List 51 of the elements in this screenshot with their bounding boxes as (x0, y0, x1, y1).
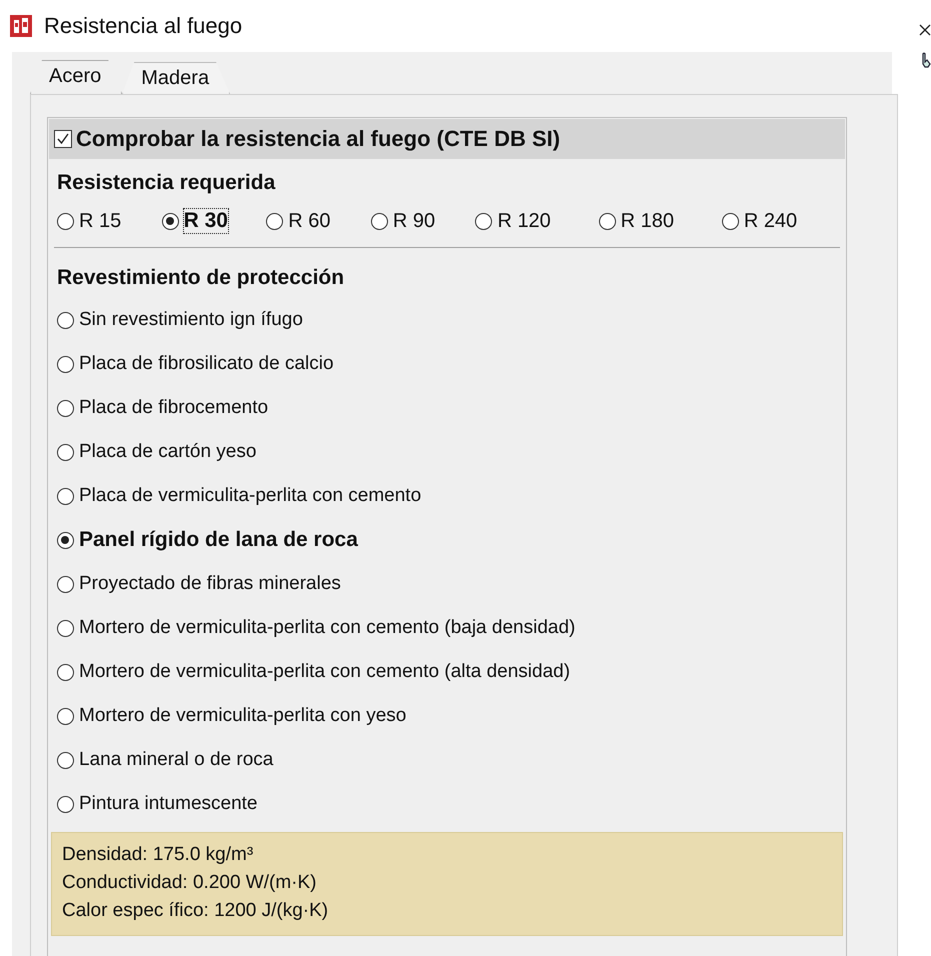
radio-label: R 180 (620, 210, 674, 232)
radio-label: R 240 (744, 210, 798, 232)
radio-label: Mortero de vermiculita-perlita con cemento (alta densidad) (79, 661, 570, 683)
radio-label: Lana mineral o de roca (79, 749, 274, 771)
radio-label: Mortero de vermiculita-perlita con cemento (baja densidad) (79, 617, 576, 639)
radio-label: Placa de fibrosilicato de calcio (79, 353, 334, 375)
radio-button[interactable] (162, 212, 179, 230)
radio-label: R 30 (184, 209, 228, 233)
tab[interactable]: Madera (122, 62, 230, 94)
radio-label: R 120 (497, 210, 551, 232)
property-text: Densidad: 175.0 kg/m³ (62, 843, 254, 867)
radio-button[interactable] (722, 212, 739, 230)
tab[interactable]: Acero (30, 60, 122, 94)
radio-label: Panel rígido de lana de roca (79, 528, 358, 552)
radio-button[interactable] (57, 576, 74, 592)
radio-button[interactable] (57, 488, 74, 504)
radio-label: Pintura intumescente (79, 793, 258, 815)
radio-button[interactable] (57, 708, 74, 724)
app-icon (10, 15, 32, 37)
radio-label: R 90 (392, 210, 436, 232)
radio-button[interactable] (57, 400, 74, 416)
radio-label: Placa de fibrocemento (79, 397, 268, 419)
radio-label: Sin revestimiento ign ífugo (79, 309, 303, 331)
section-heading: Resistencia requerida (57, 171, 276, 195)
radio-button[interactable] (598, 212, 616, 230)
radio-button[interactable] (57, 312, 74, 328)
radio-button[interactable] (57, 664, 74, 680)
radio-button[interactable] (475, 212, 492, 230)
property-text: Conductividad: 0.200 W/(m·K) (62, 871, 318, 895)
radio-button[interactable] (266, 212, 284, 230)
checkbox[interactable] (54, 130, 72, 148)
radio-label: Placa de vermiculita-perlita con cemento (79, 485, 422, 507)
radio-button[interactable] (57, 532, 74, 548)
radio-button[interactable] (57, 444, 74, 460)
pointer-icon (922, 52, 931, 68)
radio-button[interactable] (57, 620, 74, 636)
window-title: Resistencia al fuego (44, 13, 242, 39)
radio-label: R 15 (79, 210, 122, 232)
radio-button[interactable] (57, 752, 74, 768)
radio-label: Placa de cartón yeso (79, 441, 256, 463)
radio-label: Proyectado de fibras minerales (79, 573, 341, 595)
radio-button[interactable] (57, 796, 74, 812)
radio-button[interactable] (370, 212, 388, 230)
radio-label: R 60 (288, 210, 330, 232)
close-icon[interactable] (919, 24, 931, 36)
radio-button[interactable] (57, 356, 74, 372)
radio-label: Mortero de vermiculita-perlita con yeso (79, 705, 406, 727)
radio-button[interactable] (57, 212, 74, 230)
checkbox-label: Comprobar la resistencia al fuego (CTE DB SI) (76, 126, 560, 152)
section-heading: Revestimiento de protección (57, 266, 346, 290)
property-text: Calor espec ífico: 1200 J/(kg·K) (62, 899, 330, 923)
